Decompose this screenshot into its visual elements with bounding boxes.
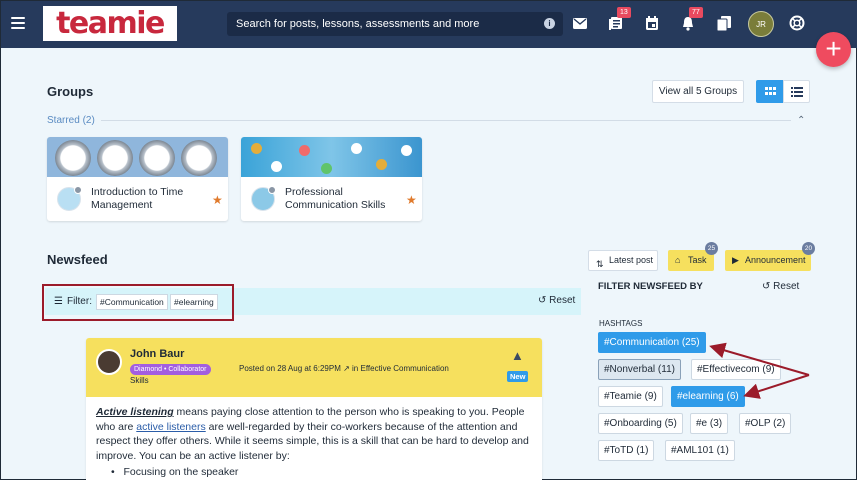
post-header: John Baur Diamond • Collaborator Posted … [86,338,542,397]
group-card-title[interactable]: Introduction to Time Management [91,186,209,212]
groups-heading: Groups [47,84,94,99]
hashtag-olp[interactable]: #OLP (2) [739,413,792,434]
starred-section-label[interactable]: Starred (2) [47,115,95,126]
post-timestamp: Posted on 28 Aug at 6:29PM ↗ in Effectiv… [239,364,449,373]
notifications-badge: 77 [689,7,703,18]
reset-icon: ↺ [538,295,547,306]
info-icon[interactable]: i [544,18,555,29]
filter-highlight-box [42,284,234,321]
task-filter-button[interactable]: ⌂ Task 25 [668,242,718,271]
hashtag-aml101[interactable]: #AML101 (1) [665,440,735,461]
lessons-badge: 13 [617,7,631,18]
teamie-logo[interactable]: teamie [43,6,177,41]
group-card-communication-skills[interactable]: Professional Communication Skills ★ [241,137,422,221]
search-placeholder: Search for posts, lessons, assessments a… [236,18,480,30]
hashtags-label: HASHTAGS [599,319,643,328]
chevron-up-icon[interactable]: ⌃ [797,115,805,126]
hashtag-teamie[interactable]: #Teamie (9) [598,386,663,407]
user-avatar[interactable]: JR [748,11,774,37]
hashtag-communication[interactable]: #Communication (25) [598,332,706,353]
post-bullet-item: • Focusing on the speaker [111,466,239,478]
newsfeed-heading: Newsfeed [47,252,108,267]
view-all-groups-button[interactable]: View all 5 Groups [652,80,744,103]
notifications-button[interactable]: 77 [680,7,703,31]
author-name[interactable]: John Baur [130,348,184,360]
bell-icon [683,17,693,31]
grid-view-button[interactable] [756,80,783,103]
reset-filter-button[interactable]: ↺ Reset [538,295,575,306]
active-listeners-link[interactable]: active listeners [136,421,205,433]
create-fab-button[interactable]: + [816,32,851,67]
hashtag-e[interactable]: #e (3) [690,413,729,434]
help-lifebuoy-icon[interactable] [789,15,805,31]
calendar-icon[interactable] [644,16,660,31]
external-link-icon: ↗ [343,364,350,373]
new-badge: New [507,371,529,382]
home-icon: ⌂ [675,255,681,265]
group-banner-image [241,137,422,177]
star-icon[interactable]: ★ [406,193,417,207]
mail-icon[interactable] [572,16,588,31]
group-avatar [57,186,82,211]
hashtag-effectivecom[interactable]: #Effectivecom (9) [691,359,781,380]
reset-sidebar-button[interactable]: ↺ Reset [762,281,799,292]
hamburger-menu-icon[interactable] [11,17,25,29]
lessons-button[interactable]: 13 [608,7,631,31]
task-count-badge: 25 [705,242,718,255]
hashtag-nonverbal[interactable]: #Nonverbal (11) [598,359,681,380]
top-bar: teamie Search for posts, lessons, assess… [1,1,857,48]
filter-newsfeed-heading: FILTER NEWSFEED BY [598,281,703,292]
task-label: Task [688,255,707,265]
post-group-link: Effective Communication [360,364,449,373]
list-icon [791,87,803,97]
author-avatar[interactable] [96,349,122,375]
latest-post-sort-button[interactable]: ⇅ Latest post [588,250,658,271]
announcement-filter-button[interactable]: ▶ Announcement 20 [725,242,815,271]
author-badge: Diamond • Collaborator [130,364,211,375]
hashtag-elearning[interactable]: #elearning (6) [671,386,745,407]
group-avatar [251,186,276,211]
lessons-icon [609,17,622,30]
list-view-button[interactable] [783,80,810,103]
sort-icon: ⇅ [596,259,604,269]
post-body: Active listening means paying close atte… [96,406,529,462]
starred-divider [101,120,791,121]
group-banner-image [47,137,228,177]
announcement-megaphone-icon: ▲ [511,348,524,363]
hashtag-onboarding[interactable]: #Onboarding (5) [598,413,683,434]
newsfeed-post: John Baur Diamond • Collaborator Posted … [86,338,542,480]
megaphone-icon: ▶ [732,255,739,265]
search-input[interactable]: Search for posts, lessons, assessments a… [227,12,563,36]
announcement-label: Announcement [745,255,806,265]
latest-post-label: Latest post [609,255,654,265]
hashtag-totd[interactable]: #ToTD (1) [598,440,655,461]
group-card-time-management[interactable]: Introduction to Time Management ★ [47,137,228,221]
announcement-count-badge: 20 [802,242,815,255]
post-group-continued[interactable]: Skills [130,376,149,385]
grid-icon [765,87,776,95]
star-icon[interactable]: ★ [212,193,223,207]
reset-icon: ↺ [762,281,771,292]
group-card-title[interactable]: Professional Communication Skills [285,186,403,212]
documents-icon[interactable] [716,16,732,31]
